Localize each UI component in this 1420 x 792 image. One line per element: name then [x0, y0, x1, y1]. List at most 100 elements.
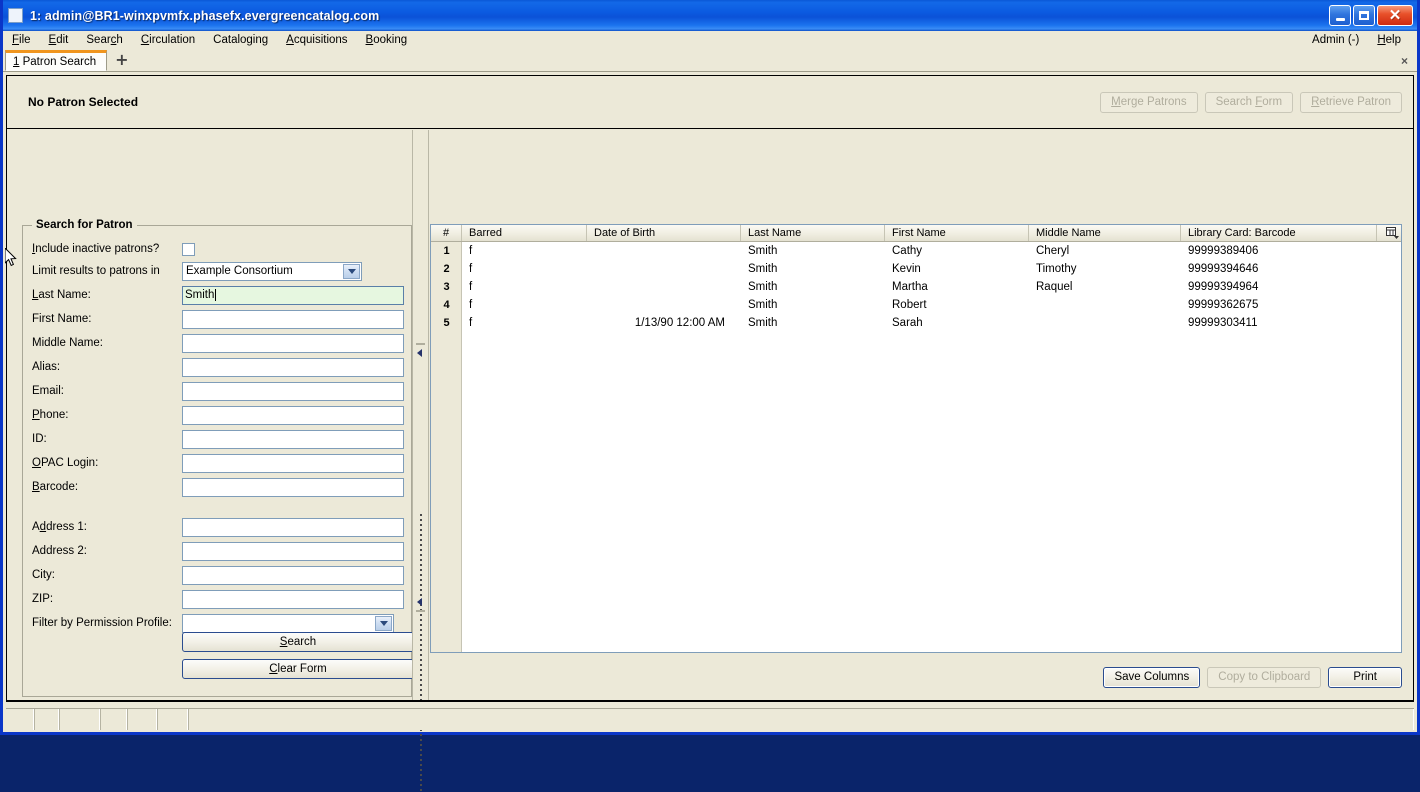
menu-booking[interactable]: Booking: [357, 32, 417, 49]
zip-input[interactable]: [182, 589, 404, 609]
collapse-left-arrow-icon-2[interactable]: [417, 598, 422, 606]
menu-help[interactable]: Help: [1368, 32, 1410, 49]
close-icon: ✕: [1388, 7, 1402, 24]
table-row[interactable]: 2 f Smith Kevin Timothy 99999394646: [431, 260, 1401, 278]
permission-profile-label: Filter by Permission Profile:: [32, 617, 172, 629]
alias-input[interactable]: [182, 357, 404, 377]
table-row[interactable]: 3 f Smith Martha Raquel 99999394964: [431, 278, 1401, 296]
cell-first-name: Sarah: [892, 317, 923, 329]
column-picker-icon[interactable]: [1377, 225, 1401, 241]
first-name-input[interactable]: [182, 309, 404, 329]
title-bar: 1: admin@BR1-winxpvmfx.phasefx.evergreen…: [3, 0, 1417, 31]
menu-acquisitions[interactable]: Acquisitions: [277, 32, 356, 49]
city-label: City:: [32, 569, 55, 581]
table-row[interactable]: 1 f Smith Cathy Cheryl 99999389406: [431, 242, 1401, 260]
print-button[interactable]: Print: [1328, 667, 1402, 688]
maximize-icon: [1359, 11, 1369, 20]
last-name-label: Last Name:: [32, 289, 91, 301]
client-area: File Edit Search Circulation Cataloging …: [3, 31, 1417, 792]
include-inactive-checkbox[interactable]: [182, 242, 195, 256]
column-header-middle-name[interactable]: Middle Name: [1029, 225, 1181, 241]
city-row: City:: [32, 565, 404, 585]
cell-barred: f: [469, 317, 473, 329]
barcode-input[interactable]: [182, 477, 404, 497]
last-name-row: Last Name: Smith: [32, 285, 404, 305]
middle-name-input[interactable]: [182, 333, 404, 353]
menu-cataloging[interactable]: Cataloging: [204, 32, 277, 49]
menu-admin[interactable]: Admin (-): [1303, 32, 1368, 49]
save-columns-button[interactable]: Save Columns: [1103, 667, 1201, 688]
cell-first-name: Robert: [892, 299, 927, 311]
cell-last-name: Smith: [748, 299, 778, 311]
close-tab-button[interactable]: ×: [1401, 54, 1408, 68]
address2-row: Address 2:: [32, 541, 404, 561]
collapse-left-arrow-icon[interactable]: [417, 349, 422, 357]
patron-status-label: No Patron Selected: [28, 95, 139, 109]
grid-header-row: # Barred Date of Birth Last Name First N…: [431, 225, 1401, 242]
id-input[interactable]: [182, 429, 404, 449]
cell-number: 1: [443, 245, 450, 257]
cell-barcode: 99999362675: [1188, 299, 1259, 311]
copy-to-clipboard-button[interactable]: Copy to Clipboard: [1207, 667, 1322, 688]
clear-form-button[interactable]: Clear Form: [182, 659, 412, 679]
merge-patrons-button[interactable]: Merge Patrons: [1100, 91, 1198, 113]
tab-strip: 1 Patron Search + ×: [3, 50, 1417, 72]
address1-label: Address 1:: [32, 521, 87, 533]
close-button[interactable]: ✕: [1377, 5, 1413, 26]
search-button[interactable]: Search: [182, 632, 412, 652]
column-header-barred[interactable]: Barred: [462, 225, 587, 241]
cell-barred: f: [469, 263, 473, 275]
consortium-select[interactable]: Example Consortium: [182, 261, 362, 281]
minimize-button[interactable]: [1329, 5, 1351, 26]
minimize-icon: [1335, 17, 1345, 21]
phone-input[interactable]: [182, 405, 404, 425]
menu-circulation[interactable]: Circulation: [132, 32, 204, 49]
status-cell-1: [6, 709, 34, 730]
cell-middle-name: [1029, 296, 1181, 314]
opac-login-input[interactable]: [182, 453, 404, 473]
middle-name-row: Middle Name:: [32, 333, 404, 353]
search-form-button[interactable]: Search Form: [1204, 91, 1294, 113]
cell-last-name: Smith: [748, 263, 778, 275]
status-cell-7: [188, 709, 1414, 730]
table-row[interactable]: 4 f Smith Robert 99999362675: [431, 296, 1401, 314]
results-pane: # Barred Date of Birth Last Name First N…: [430, 130, 1413, 700]
menu-edit[interactable]: Edit: [40, 32, 78, 49]
splitter-grip[interactable]: [420, 514, 422, 792]
chevron-down-icon: [343, 263, 360, 279]
cell-number: 3: [443, 281, 450, 293]
table-row[interactable]: 5 f 1/13/90 12:00 AM Smith Sarah 9999930…: [431, 314, 1401, 332]
tab-patron-search[interactable]: 1 Patron Search: [5, 50, 108, 71]
zip-row: ZIP:: [32, 589, 404, 609]
cell-barcode: 99999389406: [1188, 245, 1259, 257]
menu-search[interactable]: Search: [77, 32, 131, 49]
new-tab-button[interactable]: +: [115, 52, 128, 68]
search-group-legend: Search for Patron: [32, 219, 137, 231]
email-input[interactable]: [182, 381, 404, 401]
column-picker-glyph: [1386, 227, 1399, 239]
status-cell-5: [127, 709, 157, 730]
column-header-dob[interactable]: Date of Birth: [587, 225, 741, 241]
pane-splitter[interactable]: [412, 130, 429, 792]
city-input[interactable]: [182, 565, 404, 585]
last-name-input[interactable]: Smith: [182, 285, 404, 305]
phone-label: Phone:: [32, 409, 69, 421]
cell-barred: f: [469, 299, 473, 311]
middle-name-label: Middle Name:: [32, 337, 103, 349]
application-window: 1: admin@BR1-winxpvmfx.phasefx.evergreen…: [0, 0, 1420, 792]
column-header-library-card[interactable]: Library Card: Barcode: [1181, 225, 1377, 241]
permission-profile-select[interactable]: [182, 613, 394, 633]
address1-input[interactable]: [182, 517, 404, 537]
column-header-number[interactable]: #: [431, 225, 462, 241]
column-header-last-name[interactable]: Last Name: [741, 225, 885, 241]
window-title: 1: admin@BR1-winxpvmfx.phasefx.evergreen…: [30, 8, 380, 23]
menu-file[interactable]: File: [3, 32, 40, 49]
status-bar-cells: [6, 708, 1414, 730]
search-pane: Search for Patron Include inactive patro…: [7, 130, 412, 700]
address2-input[interactable]: [182, 541, 404, 561]
maximize-button[interactable]: [1353, 5, 1375, 26]
window-controls: ✕: [1329, 5, 1417, 26]
column-header-first-name[interactable]: First Name: [885, 225, 1029, 241]
retrieve-patron-button[interactable]: Retrieve Patron: [1300, 91, 1402, 113]
id-row: ID:: [32, 429, 404, 449]
